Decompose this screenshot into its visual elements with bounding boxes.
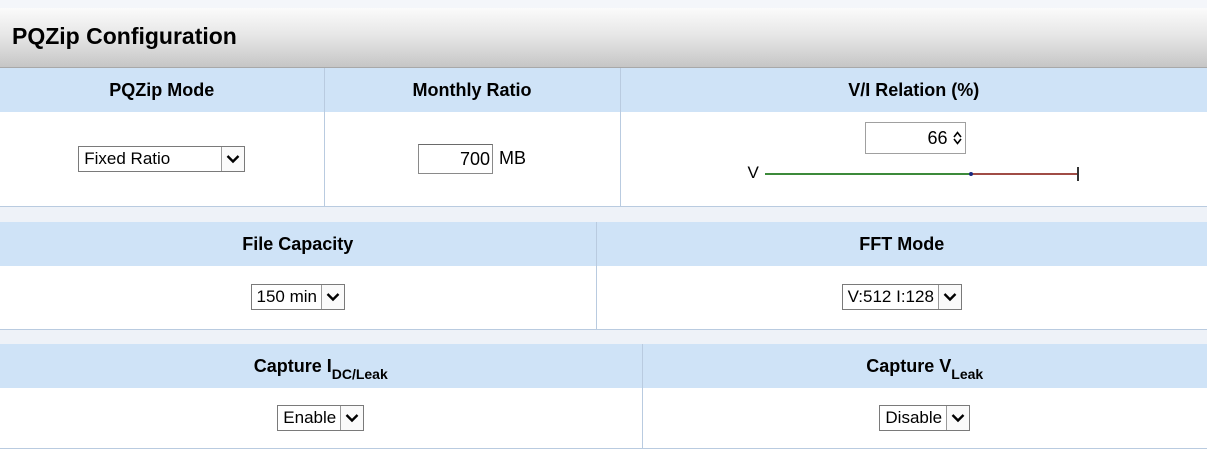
slider-i-portion — [970, 173, 1077, 175]
section-gap — [0, 207, 1207, 222]
panel-title: PQZip Configuration — [12, 23, 237, 49]
capture-v-header: Capture VLeak — [641, 344, 1207, 388]
fft-mode-value: V:512 I:128 — [847, 287, 934, 307]
monthly-ratio-unit: MB — [499, 148, 526, 169]
slider-v-portion — [764, 173, 971, 175]
vi-relation-value: 66 — [927, 128, 948, 148]
fft-mode-select[interactable]: V:512 I:128 — [841, 284, 962, 311]
capture-idc-header-sub: DC/Leak — [331, 365, 388, 382]
capture-v-header-sub: Leak — [951, 365, 984, 382]
row2-table: File Capacity FFT Mode 150 min V:512 I:1… — [0, 222, 1207, 330]
slider-v-label: V — [747, 163, 759, 182]
caret-down-icon[interactable] — [953, 138, 962, 145]
chevron-down-icon[interactable] — [320, 285, 344, 310]
row1-table: PQZip Mode Monthly Ratio V/I Relation (%… — [0, 68, 1207, 207]
vi-relation-cell: 66 V — [619, 112, 1207, 207]
pqzip-mode-select[interactable]: Fixed Ratio — [78, 145, 246, 172]
capture-v-value: Disable — [885, 407, 943, 427]
fft-mode-header: FFT Mode — [595, 222, 1207, 266]
file-capacity-cell: 150 min — [0, 266, 596, 330]
section-gap — [0, 330, 1207, 344]
vi-relation-header: V/I Relation (%) — [619, 68, 1207, 112]
monthly-ratio-cell: 700 MB — [323, 112, 620, 207]
pqzip-mode-value: Fixed Ratio — [84, 148, 171, 168]
file-capacity-select[interactable]: 150 min — [250, 284, 345, 311]
chevron-down-icon[interactable] — [937, 285, 961, 310]
chevron-down-icon[interactable] — [221, 146, 245, 171]
vi-relation-spinner[interactable]: 66 — [864, 122, 966, 154]
capture-idc-value: Enable — [283, 407, 337, 427]
capture-v-cell: Disable — [641, 388, 1207, 449]
file-capacity-value: 150 min — [256, 287, 317, 307]
capture-idc-select[interactable]: Enable — [277, 404, 365, 431]
chevron-down-icon[interactable] — [946, 405, 970, 430]
caret-up-icon[interactable] — [953, 131, 962, 138]
slider-handle[interactable] — [968, 172, 973, 176]
fft-mode-cell: V:512 I:128 — [595, 266, 1207, 330]
capture-idc-header-main: Capture I — [253, 355, 332, 376]
pqzip-mode-header: PQZip Mode — [0, 68, 324, 112]
vi-relation-slider[interactable] — [764, 167, 1079, 181]
capture-v-select[interactable]: Disable — [879, 404, 971, 431]
row3-table: Capture IDC/Leak Capture VLeak Enable Di… — [0, 344, 1207, 449]
slider-end-tick — [1076, 167, 1079, 181]
top-strip — [0, 0, 1207, 8]
monthly-ratio-header: Monthly Ratio — [323, 68, 620, 112]
pqzip-mode-cell: Fixed Ratio — [0, 112, 324, 207]
capture-idc-cell: Enable — [0, 388, 642, 449]
chevron-down-icon[interactable] — [340, 405, 364, 430]
file-capacity-header: File Capacity — [0, 222, 596, 266]
capture-v-header-main: Capture V — [866, 355, 952, 376]
panel-title-bar: PQZip Configuration — [0, 8, 1207, 68]
capture-idc-header: Capture IDC/Leak — [0, 344, 642, 388]
monthly-ratio-input[interactable]: 700 — [418, 143, 493, 174]
